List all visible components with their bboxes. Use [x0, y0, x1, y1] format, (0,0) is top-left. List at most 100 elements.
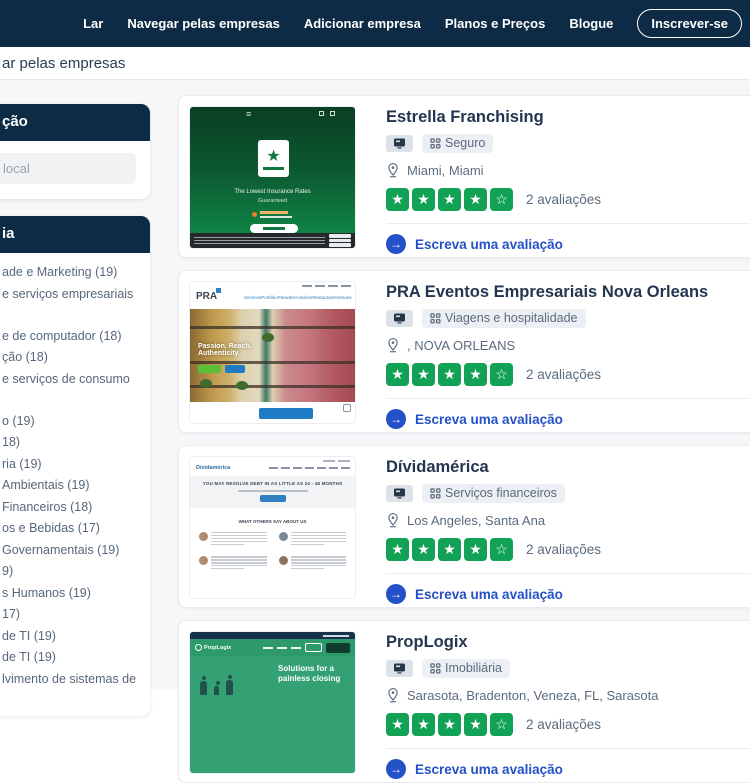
listing-thumbnail[interactable]: PropLogix Solutions for a painless closi… — [189, 631, 356, 774]
screenshot-badge — [386, 660, 413, 677]
write-review-link[interactable]: → Escreva uma avaliação — [386, 234, 750, 254]
listing-card: ≡ ★ The Lowest Insurance Rates Guarantee… — [178, 95, 750, 258]
preview-nav — [263, 643, 350, 653]
location-row: Sarasota, Bradenton, Veneza, FL, Sarasot… — [386, 687, 750, 703]
location-pin-icon — [386, 337, 400, 353]
category-item[interactable]: 18) — [2, 436, 140, 449]
category-item[interactable]: 9) — [2, 565, 140, 578]
signup-button[interactable]: Inscrever-se — [637, 9, 742, 38]
write-review-link[interactable]: → Escreva uma avaliação — [386, 759, 750, 779]
category-item[interactable]: de TI (19) — [2, 630, 140, 643]
category-item[interactable]: Financeiros (18) — [2, 501, 140, 514]
marker-dot-icon — [252, 212, 257, 217]
monitor-icon — [393, 313, 406, 324]
listing-thumbnail[interactable]: ≡ ★ The Lowest Insurance Rates Guarantee… — [189, 106, 356, 249]
grid-icon — [430, 663, 441, 674]
nav-item-plans-pricing[interactable]: Planos e Preços — [445, 16, 545, 31]
text-skeleton — [323, 460, 350, 462]
category-badge[interactable]: Seguro — [422, 134, 493, 153]
category-item[interactable]: os e Bebidas (17) — [2, 522, 140, 535]
location-search-input[interactable]: local — [0, 153, 136, 184]
category-item[interactable]: Ambientais (19) — [2, 479, 140, 492]
divider — [386, 748, 750, 749]
text-skeleton — [194, 235, 325, 246]
hero-headline: YOU MAY RESOLVE DEBT IN AS LITTLE AS 24 … — [190, 481, 355, 486]
star-outline-icon: ☆ — [490, 538, 513, 561]
hero-band: YOU MAY RESOLVE DEBT IN AS LITTLE AS 24 … — [190, 476, 355, 508]
category-badge[interactable]: Serviços financeiros — [422, 484, 565, 503]
star-outline-icon: ☆ — [490, 188, 513, 211]
listing-thumbnail[interactable]: PRA Services Portfolio Parades Activitie… — [189, 281, 356, 424]
preview-nav-link: Parades — [278, 295, 295, 300]
nav-item-add-business[interactable]: Adicionar empresa — [304, 16, 421, 31]
rating-row: ★ ★ ★ ★ ☆ 2 avaliações — [386, 188, 750, 211]
category-badge[interactable]: Viagens e hospitalidade — [422, 309, 586, 328]
listing-info: Dívidamérica Serviços financeiros Los An… — [386, 458, 750, 604]
quote-button — [250, 224, 298, 233]
preview-nav-link: Services — [244, 295, 261, 300]
listing-card: PRA Services Portfolio Parades Activitie… — [178, 270, 750, 433]
category-item[interactable]: ria (19) — [2, 458, 140, 471]
text-skeleton — [211, 556, 267, 570]
category-filter-card: ia ade e Marketing (19) e serviços empre… — [0, 216, 150, 716]
avatar — [279, 532, 288, 541]
location-filter-title: ção — [2, 113, 28, 130]
location-pin-icon — [386, 512, 400, 528]
listing-name[interactable]: Estrella Franchising — [386, 108, 750, 127]
nav-item-blog[interactable]: Blogue — [569, 16, 613, 31]
star-icon: ★ — [412, 363, 435, 386]
arrow-right-icon: → — [386, 409, 406, 429]
category-item[interactable]: ade e Marketing (19) — [2, 266, 140, 279]
star-icon: ★ — [464, 713, 487, 736]
location-pin-icon — [386, 687, 400, 703]
location-row: Miami, Miami — [386, 162, 750, 178]
text-skeleton — [238, 490, 308, 492]
listing-thumbnail[interactable]: Dívidamérica YOU MAY RESOLVE DEBT IN AS … — [189, 456, 356, 599]
category-item[interactable]: s Humanos (19) — [2, 587, 140, 600]
pra-logo: PRA — [196, 291, 217, 302]
write-review-link[interactable]: → Escreva uma avaliação — [386, 409, 750, 429]
text-skeleton — [211, 532, 267, 546]
screenshot-badge — [386, 310, 413, 327]
listing-name[interactable]: PRA Eventos Empresariais Nova Orleans — [386, 283, 750, 302]
breadcrumb-strip: ar pelas empresas — [0, 47, 750, 80]
category-item[interactable]: 17) — [2, 608, 140, 621]
write-review-label: Escreva uma avaliação — [415, 237, 563, 252]
write-review-link[interactable]: → Escreva uma avaliação — [386, 584, 750, 604]
category-item[interactable]: o (19) — [2, 415, 140, 428]
arrow-right-icon: → — [386, 584, 406, 604]
category-item[interactable]: e serviços empresariais — [2, 288, 140, 301]
listing-name[interactable]: PropLogix — [386, 633, 750, 652]
category-item[interactable]: lvimento de sistemas de — [2, 673, 140, 686]
category-item[interactable]: e serviços de consumo — [2, 373, 140, 386]
category-item[interactable]: e de computador (18) — [2, 330, 140, 343]
text-skeleton — [302, 285, 351, 287]
preview-nav-link: Portfolio — [261, 295, 278, 300]
category-badge[interactable]: Imobiliária — [422, 659, 510, 678]
category-item[interactable]: ção (18) — [2, 351, 140, 364]
screenshot-badge — [386, 135, 413, 152]
divider — [386, 573, 750, 574]
listing-name[interactable]: Dívidamérica — [386, 458, 750, 477]
preview-nav: Services Portfolio Parades Activities Re… — [244, 295, 350, 300]
cookie-buttons — [329, 233, 351, 248]
estrella-website-preview: ≡ ★ The Lowest Insurance Rates Guarantee… — [190, 107, 355, 248]
reviews-count: 2 avaliações — [526, 542, 601, 557]
category-badge-label: Serviços financeiros — [445, 486, 557, 500]
content-area: ção local ia ade e Marketing (19) e serv… — [0, 80, 750, 690]
listing-card: Dívidamérica YOU MAY RESOLVE DEBT IN AS … — [178, 445, 750, 608]
star-icon: ★ — [464, 363, 487, 386]
rating-row: ★ ★ ★ ★ ☆ 2 avaliações — [386, 713, 750, 736]
category-item[interactable]: de TI (19) — [2, 651, 140, 664]
star-outline-icon: ☆ — [490, 713, 513, 736]
nav-item-home[interactable]: Lar — [83, 16, 103, 31]
proplogix-website-preview: PropLogix Solutions for a painless closi… — [190, 632, 355, 773]
divider — [386, 398, 750, 399]
testimonials-grid — [199, 532, 346, 571]
nav-item-browse-businesses[interactable]: Navegar pelas empresas — [127, 16, 279, 31]
reviews-count: 2 avaliações — [526, 717, 601, 732]
dividamerica-logo: Dívidamérica — [196, 465, 230, 471]
login-button — [305, 643, 322, 652]
category-item[interactable]: Governamentais (19) — [2, 544, 140, 557]
text-skeleton — [291, 532, 347, 546]
